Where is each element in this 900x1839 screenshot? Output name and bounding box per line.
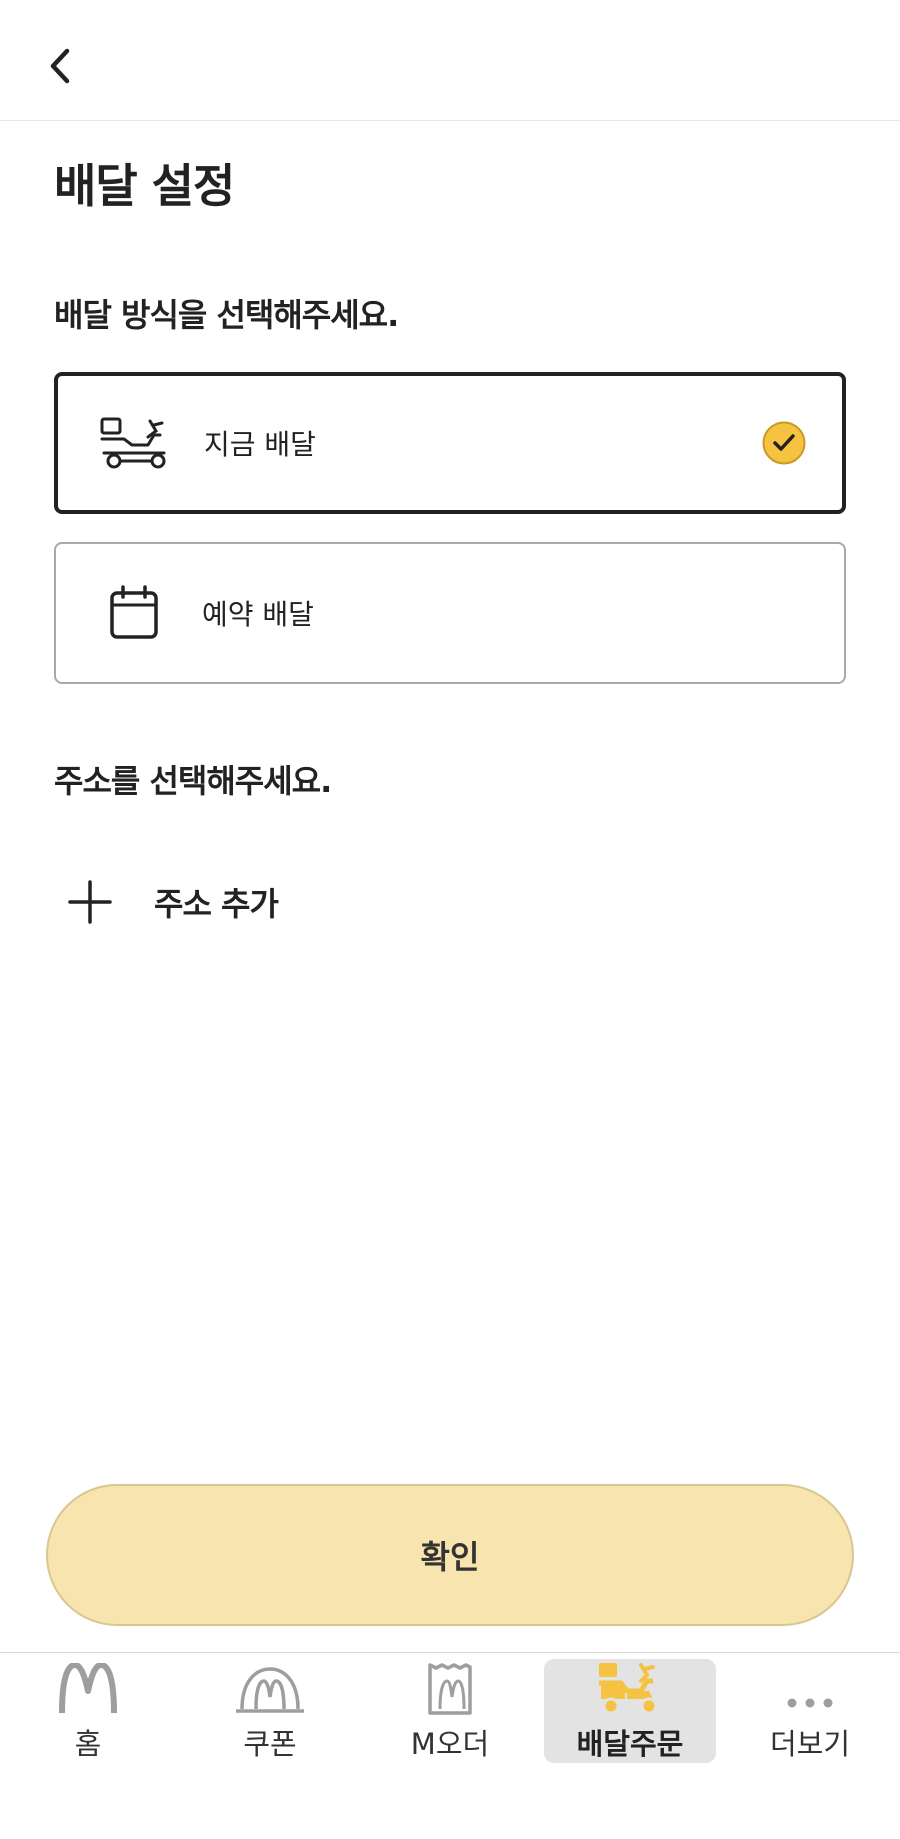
more-dots-icon	[785, 1659, 835, 1715]
nav-label: M오더	[410, 1727, 490, 1761]
delivery-scooter-icon	[597, 1659, 663, 1715]
add-address-button[interactable]: 주소 추가	[62, 872, 279, 932]
mobile-order-bag-icon	[426, 1659, 474, 1715]
nav-label: 배달주문	[576, 1727, 684, 1761]
nav-item-delivery-order[interactable]: 배달주문	[544, 1659, 716, 1763]
nav-item-m-order[interactable]: M오더	[364, 1659, 536, 1763]
delivery-method-title: 배달 방식을 선택해주세요.	[54, 296, 399, 334]
golden-arches-icon	[58, 1659, 118, 1715]
scooter-icon	[96, 411, 176, 475]
chevron-left-icon	[50, 48, 70, 84]
calendar-icon	[94, 581, 174, 645]
confirm-button[interactable]: 확인	[46, 1484, 854, 1626]
nav-item-home[interactable]: 홈	[2, 1659, 174, 1763]
add-address-label: 주소 추가	[154, 885, 279, 923]
option-label: 지금 배달	[204, 428, 316, 461]
nav-item-coupon[interactable]: 쿠폰	[184, 1659, 356, 1763]
nav-label: 홈	[74, 1727, 102, 1761]
back-button[interactable]	[34, 40, 86, 92]
coupon-icon	[236, 1659, 304, 1715]
page-title: 배달 설정	[54, 159, 235, 213]
nav-label: 더보기	[769, 1727, 851, 1761]
option-reserve-delivery[interactable]: 예약 배달	[54, 542, 846, 684]
check-circle-icon	[762, 421, 806, 465]
plus-icon	[62, 874, 118, 930]
address-section-title: 주소를 선택해주세요.	[54, 762, 332, 800]
bottom-nav: 홈 쿠폰 M오더 배달주문 더보기	[0, 1652, 900, 1839]
nav-item-more[interactable]: 더보기	[724, 1659, 896, 1763]
delivery-settings-page: 배달 설정 배달 방식을 선택해주세요. 지금 배달 예약 배달 주소를 선택해…	[0, 0, 900, 1839]
option-label: 예약 배달	[202, 598, 314, 631]
nav-label: 쿠폰	[243, 1727, 297, 1761]
top-bar	[0, 0, 900, 121]
option-deliver-now[interactable]: 지금 배달	[54, 372, 846, 514]
